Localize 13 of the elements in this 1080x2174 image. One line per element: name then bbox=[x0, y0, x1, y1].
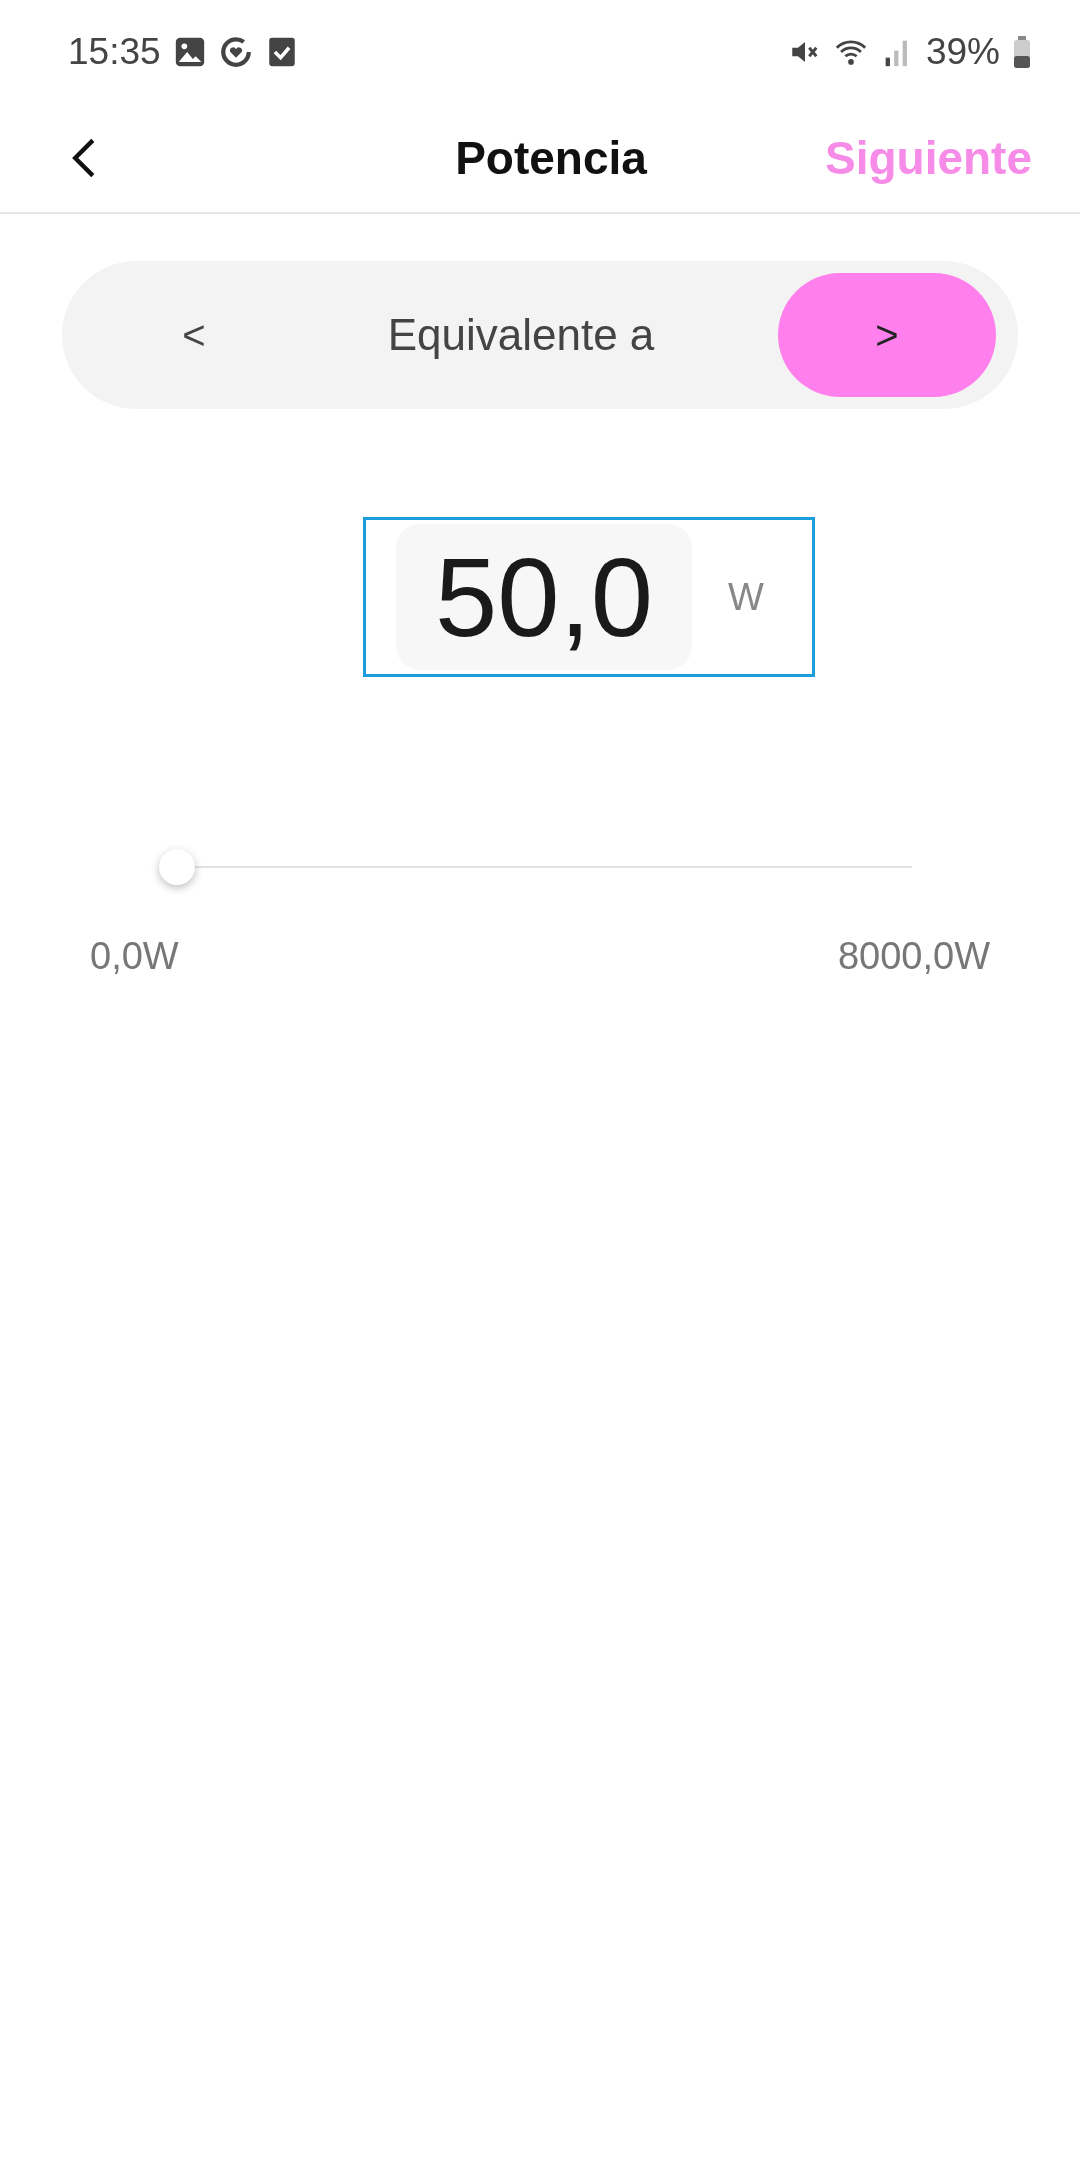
value-field[interactable]: 50,0 bbox=[396, 524, 692, 670]
status-time: 15:35 bbox=[68, 31, 161, 73]
previous-button[interactable]: < bbox=[124, 273, 264, 397]
slider-thumb[interactable] bbox=[158, 849, 195, 885]
unit-label: W bbox=[728, 575, 764, 619]
switcher-label: Equivalente a bbox=[387, 310, 655, 360]
next-option-button[interactable]: > bbox=[778, 273, 996, 397]
max-label: 8000,0W bbox=[837, 935, 990, 978]
heart-ring-icon bbox=[218, 35, 253, 69]
battery-percent: 39% bbox=[925, 31, 1000, 73]
min-label: 0,0W bbox=[90, 935, 179, 978]
page-title: Potencia bbox=[455, 131, 647, 185]
battery-icon bbox=[1012, 36, 1032, 68]
